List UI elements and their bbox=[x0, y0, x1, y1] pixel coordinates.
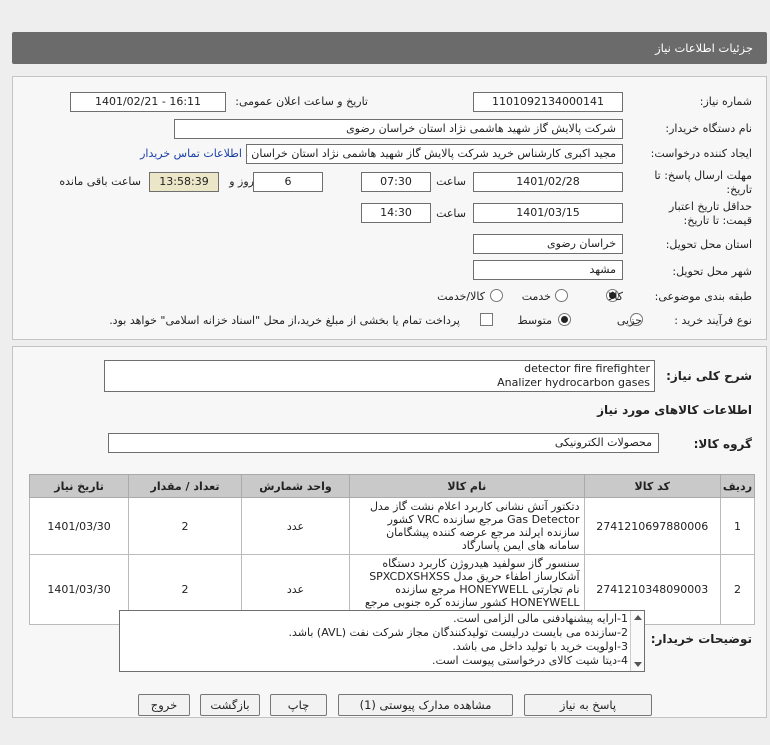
validity-label-line1: حداقل تاریخ اعتبار bbox=[668, 200, 752, 213]
request-info-panel: شماره نیاز: 1101092134000141 تاریخ و ساع… bbox=[12, 76, 767, 340]
table-row[interactable]: 1401/03/30 2 عدد دتکتور آتش نشانی کاربرد… bbox=[28, 497, 756, 555]
city-label: شهر محل تحویل: bbox=[672, 265, 752, 278]
view-attachments-button[interactable]: مشاهده مدارک پیوستی (1) bbox=[338, 694, 513, 716]
need-description-line2: Analizer hydrocarbon gases bbox=[497, 376, 650, 389]
need-description-label: شرح کلی نیاز: bbox=[666, 369, 752, 383]
creator-label: ایجاد کننده درخواست: bbox=[650, 147, 752, 160]
validity-time-field: 14:30 bbox=[361, 203, 431, 223]
announce-label: تاریخ و ساعت اعلان عمومی: bbox=[235, 95, 368, 108]
remaining-time-label: ساعت باقی مانده bbox=[59, 175, 141, 188]
deadline-label-line2: تاریخ: bbox=[726, 183, 752, 196]
remaining-time-field: 13:58:39 bbox=[149, 172, 219, 192]
buyer-org-label: نام دستگاه خریدار: bbox=[665, 122, 752, 135]
process-option-medium: متوسط bbox=[517, 314, 552, 327]
print-button[interactable]: چاپ bbox=[270, 694, 327, 716]
province-field: خراسان رضوی bbox=[473, 234, 623, 254]
category-option-service: خدمت bbox=[521, 290, 551, 303]
row-need-date: 1401/03/30 bbox=[28, 554, 130, 625]
row-need-date: 1401/03/30 bbox=[28, 497, 130, 555]
deadline-date-field: 1401/02/28 bbox=[473, 172, 623, 192]
page-title: جزئیات اطلاعات نیاز bbox=[655, 41, 753, 55]
col-quantity: تعداد / مقدار bbox=[128, 474, 242, 498]
goods-section-header: اطلاعات کالاهای مورد نیاز bbox=[597, 403, 752, 417]
col-need-date: تاریخ نیاز bbox=[28, 474, 130, 498]
note-line: 1-ارایه پیشنهادفنی مالی الزامی است. bbox=[453, 612, 628, 625]
goods-table-header-row: تاریخ نیاز تعداد / مقدار واحد شمارش نام … bbox=[28, 474, 756, 498]
col-item-code: کد کالا bbox=[583, 474, 721, 498]
category-option-goods: کالا bbox=[608, 290, 623, 303]
treasury-payment-checkbox[interactable] bbox=[480, 313, 493, 326]
goods-group-label: گروه کالا: bbox=[693, 437, 752, 451]
need-description-field: detector fire firefighter Analizer hydro… bbox=[104, 360, 655, 392]
process-option-minor: جزیی bbox=[616, 314, 642, 327]
category-radio-goods-service[interactable] bbox=[490, 289, 503, 302]
row-item-code: 2741210697880006 bbox=[583, 497, 721, 555]
validity-label-line2: قیمت: تا تاریخ: bbox=[683, 214, 752, 227]
row-quantity: 2 bbox=[128, 497, 242, 555]
need-details-panel: شرح کلی نیاز: detector fire firefighter … bbox=[12, 346, 767, 718]
row-item-name: دتکتور آتش نشانی کاربرد اعلام نشت گاز مد… bbox=[349, 497, 585, 555]
category-option-goods-service: کالا/خدمت bbox=[437, 290, 485, 303]
creator-field: مجید اکبری کارشناس خرید شرکت پالایش گاز … bbox=[246, 144, 623, 164]
note-line: 3-اولویت خرید با تولید داخل می باشد. bbox=[452, 640, 628, 653]
deadline-time-label: ساعت bbox=[436, 175, 466, 188]
buyer-notes-field[interactable]: 1-ارایه پیشنهادفنی مالی الزامی است. 2-سا… bbox=[119, 610, 645, 672]
buyer-notes-label: توضیحات خریدار: bbox=[650, 632, 752, 646]
need-number-label: شماره نیاز: bbox=[699, 95, 752, 108]
row-unit: عدد bbox=[240, 497, 351, 555]
validity-date-field: 1401/03/15 bbox=[473, 203, 623, 223]
note-line: 4-دیتا شیت کالای درخواستی پیوست است. bbox=[432, 654, 628, 667]
goods-table: تاریخ نیاز تعداد / مقدار واحد شمارش نام … bbox=[28, 474, 756, 625]
row-index: 2 bbox=[719, 554, 756, 625]
deadline-label-line1: مهلت ارسال پاسخ: تا bbox=[654, 169, 752, 182]
days-label: روز و bbox=[229, 175, 254, 188]
buyer-contact-link[interactable]: اطلاعات تماس خریدار bbox=[140, 147, 242, 160]
scroll-up-icon[interactable] bbox=[634, 615, 642, 620]
days-remaining-field: 6 bbox=[253, 172, 323, 192]
buyer-org-field: شرکت پالایش گاز شهید هاشمی نژاد استان خر… bbox=[174, 119, 623, 139]
col-item-name: نام کالا bbox=[349, 474, 585, 498]
notes-scrollbar[interactable] bbox=[630, 611, 644, 671]
province-label: استان محل تحویل: bbox=[665, 238, 752, 251]
reply-button[interactable]: پاسخ به نیاز bbox=[524, 694, 652, 716]
row-index: 1 bbox=[719, 497, 756, 555]
need-number-field: 1101092134000141 bbox=[473, 92, 623, 112]
city-field: مشهد bbox=[473, 260, 623, 280]
exit-button[interactable]: خروج bbox=[138, 694, 190, 716]
scroll-down-icon[interactable] bbox=[634, 662, 642, 667]
col-row-index: ردیف bbox=[719, 474, 756, 498]
goods-group-field: محصولات الکترونیکی bbox=[108, 433, 659, 453]
col-unit: واحد شمارش bbox=[240, 474, 351, 498]
validity-time-label: ساعت bbox=[436, 207, 466, 220]
process-radio-medium[interactable] bbox=[558, 313, 571, 326]
page-title-bar: جزئیات اطلاعات نیاز bbox=[12, 32, 767, 64]
treasury-payment-note: پرداخت تمام یا بخشی از مبلغ خرید،از محل … bbox=[109, 314, 460, 327]
note-line: 2-سازنده می بایست درلیست تولیدکنندگان مج… bbox=[288, 626, 628, 639]
process-label: نوع فرآیند خرید : bbox=[674, 314, 752, 327]
back-button[interactable]: بازگشت bbox=[200, 694, 260, 716]
deadline-time-field: 07:30 bbox=[361, 172, 431, 192]
category-label: طبقه بندی موضوعی: bbox=[654, 290, 752, 303]
announce-datetime-field: 1401/02/21 - 16:11 bbox=[70, 92, 226, 112]
need-description-line1: detector fire firefighter bbox=[524, 362, 650, 375]
category-radio-service[interactable] bbox=[555, 289, 568, 302]
